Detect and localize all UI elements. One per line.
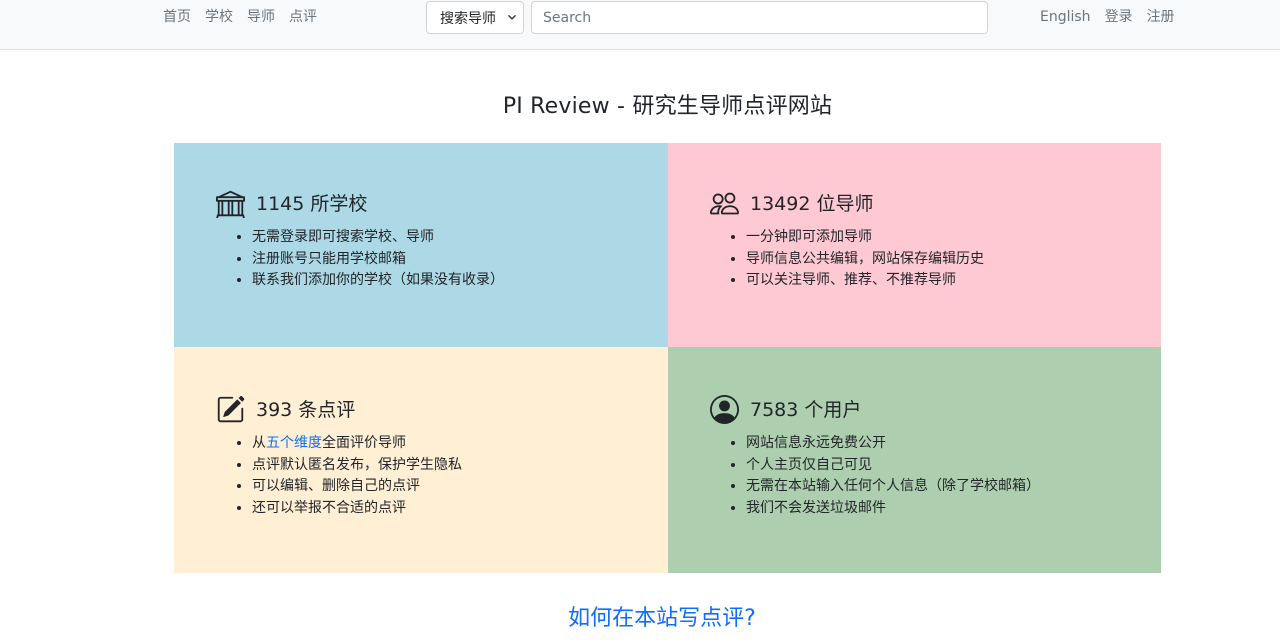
list-item: 个人主页仅自己可见 <box>746 455 1040 477</box>
how-to-write-review-link[interactable]: 如何在本站写点评? <box>0 600 1280 632</box>
person-circle-icon <box>710 395 739 424</box>
search-type-selected: 搜索导师 <box>440 10 496 27</box>
list-item: 从五个维度全面评价导师 <box>252 433 462 455</box>
chevron-down-icon <box>508 15 516 20</box>
list-item: 可以关注导师、推荐、不推荐导师 <box>746 270 984 292</box>
list-item-suffix: 全面评价导师 <box>322 435 406 451</box>
list-item: 还可以举报不合适的点评 <box>252 498 462 520</box>
nav-link-schools[interactable]: 学校 <box>205 8 233 26</box>
list-item: 网站信息永远免费公开 <box>746 433 1040 455</box>
users-panel: 7583 个用户 网站信息永远免费公开 个人主页仅自己可见 无需在本站输入任何个… <box>668 347 1161 573</box>
list-item: 注册账号只能用学校邮箱 <box>252 249 504 271</box>
register-link[interactable]: 注册 <box>1147 8 1175 26</box>
advisors-feature-list: 一分钟即可添加导师 导师信息公共编辑，网站保存编辑历史 可以关注导师、推荐、不推… <box>746 227 984 292</box>
schools-feature-list: 无需登录即可搜索学校、导师 注册账号只能用学校邮箱 联系我们添加你的学校（如果没… <box>252 227 504 292</box>
five-dimensions-link[interactable]: 五个维度 <box>266 435 322 451</box>
reviews-panel: 393 条点评 从五个维度全面评价导师 点评默认匿名发布，保护学生隐私 可以编辑… <box>174 347 668 573</box>
page-title: PI Review - 研究生导师点评网站 <box>502 94 833 119</box>
nav-right-links: English 登录 注册 <box>1040 8 1175 26</box>
list-item: 可以编辑、删除自己的点评 <box>252 476 462 498</box>
nav-link-home[interactable]: 首页 <box>163 8 191 26</box>
list-item: 一分钟即可添加导师 <box>746 227 984 249</box>
bank-icon <box>216 190 245 218</box>
stats-grid: 1145 所学校 无需登录即可搜索学校、导师 注册账号只能用学校邮箱 联系我们添… <box>174 143 1161 573</box>
reviews-count-title: 393 条点评 <box>256 398 356 421</box>
list-item: 我们不会发送垃圾邮件 <box>746 498 1040 520</box>
nav-link-reviews[interactable]: 点评 <box>289 8 317 26</box>
list-item: 点评默认匿名发布，保护学生隐私 <box>252 455 462 477</box>
reviews-feature-list: 从五个维度全面评价导师 点评默认匿名发布，保护学生隐私 可以编辑、删除自己的点评… <box>252 433 462 519</box>
language-switch-link[interactable]: English <box>1040 8 1091 26</box>
list-item: 导师信息公共编辑，网站保存编辑历史 <box>746 249 984 271</box>
users-header: 7583 个用户 <box>710 395 861 424</box>
search-input[interactable] <box>531 1 988 34</box>
reviews-header: 393 条点评 <box>216 395 355 424</box>
list-item: 无需在本站输入任何个人信息（除了学校邮箱） <box>746 476 1040 498</box>
schools-count-title: 1145 所学校 <box>256 192 368 215</box>
nav-link-advisors[interactable]: 导师 <box>247 8 275 26</box>
advisors-panel: 13492 位导师 一分钟即可添加导师 导师信息公共编辑，网站保存编辑历史 可以… <box>668 143 1161 347</box>
navbar: 首页 学校 导师 点评 搜索导师 English 登录 注册 <box>0 0 1280 50</box>
schools-header: 1145 所学校 <box>216 189 367 218</box>
pencil-square-icon <box>217 395 245 423</box>
advisors-header: 13492 位导师 <box>710 189 873 218</box>
list-item-prefix: 从 <box>252 435 266 451</box>
login-link[interactable]: 登录 <box>1105 8 1133 26</box>
people-icon <box>710 192 739 215</box>
list-item: 联系我们添加你的学校（如果没有收录） <box>252 270 504 292</box>
schools-panel: 1145 所学校 无需登录即可搜索学校、导师 注册账号只能用学校邮箱 联系我们添… <box>174 143 668 347</box>
advisors-count-title: 13492 位导师 <box>750 192 874 215</box>
search-type-select[interactable]: 搜索导师 <box>426 1 524 34</box>
nav-left-links: 首页 学校 导师 点评 <box>163 8 317 26</box>
users-feature-list: 网站信息永远免费公开 个人主页仅自己可见 无需在本站输入任何个人信息（除了学校邮… <box>746 433 1040 519</box>
list-item: 无需登录即可搜索学校、导师 <box>252 227 504 249</box>
users-count-title: 7583 个用户 <box>750 398 862 421</box>
